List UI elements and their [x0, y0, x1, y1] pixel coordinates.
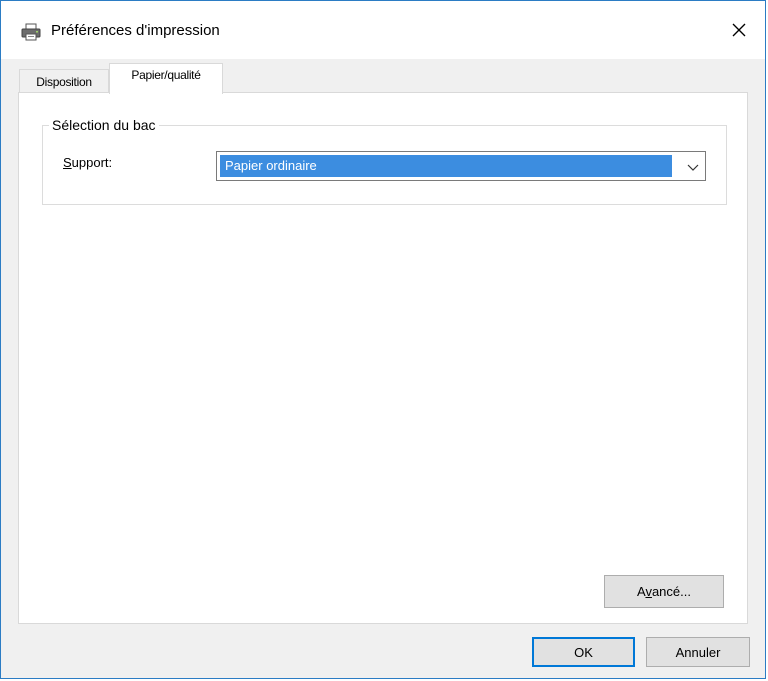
- advanced-label-end: ancé...: [651, 584, 691, 599]
- close-icon: [732, 23, 746, 40]
- ok-button-label: OK: [574, 644, 593, 660]
- support-label-accesskey: S: [63, 155, 72, 170]
- support-dropdown[interactable]: Papier ordinaire: [216, 151, 706, 181]
- tray-selection-group: Sélection du bac Support: Papier ordinai…: [42, 117, 727, 205]
- window-title: Préférences d'impression: [51, 22, 220, 39]
- advanced-button-label: Avancé...: [637, 584, 691, 599]
- cancel-button[interactable]: Annuler: [646, 637, 750, 667]
- group-title: Sélection du bac: [49, 117, 159, 133]
- tab-label: Disposition: [36, 74, 92, 89]
- chevron-down-icon: [687, 161, 699, 173]
- tab-label: Papier/qualité: [131, 68, 201, 82]
- support-label: Support:: [63, 155, 112, 170]
- title-bar: Préférences d'impression: [1, 1, 765, 59]
- support-selected-value: Papier ordinaire: [220, 155, 672, 177]
- ok-button[interactable]: OK: [532, 637, 635, 667]
- print-preferences-dialog: Préférences d'impression Disposition Pap…: [0, 0, 766, 679]
- printer-icon: [21, 23, 41, 41]
- close-button[interactable]: [721, 15, 757, 47]
- tab-disposition[interactable]: Disposition: [19, 69, 109, 93]
- tab-panel-papier-qualite: Sélection du bac Support: Papier ordinai…: [18, 92, 748, 624]
- cancel-button-label: Annuler: [675, 644, 721, 660]
- support-label-text: upport:: [71, 155, 113, 170]
- tab-papier-qualite[interactable]: Papier/qualité: [109, 63, 223, 94]
- advanced-button[interactable]: Avancé...: [604, 575, 724, 608]
